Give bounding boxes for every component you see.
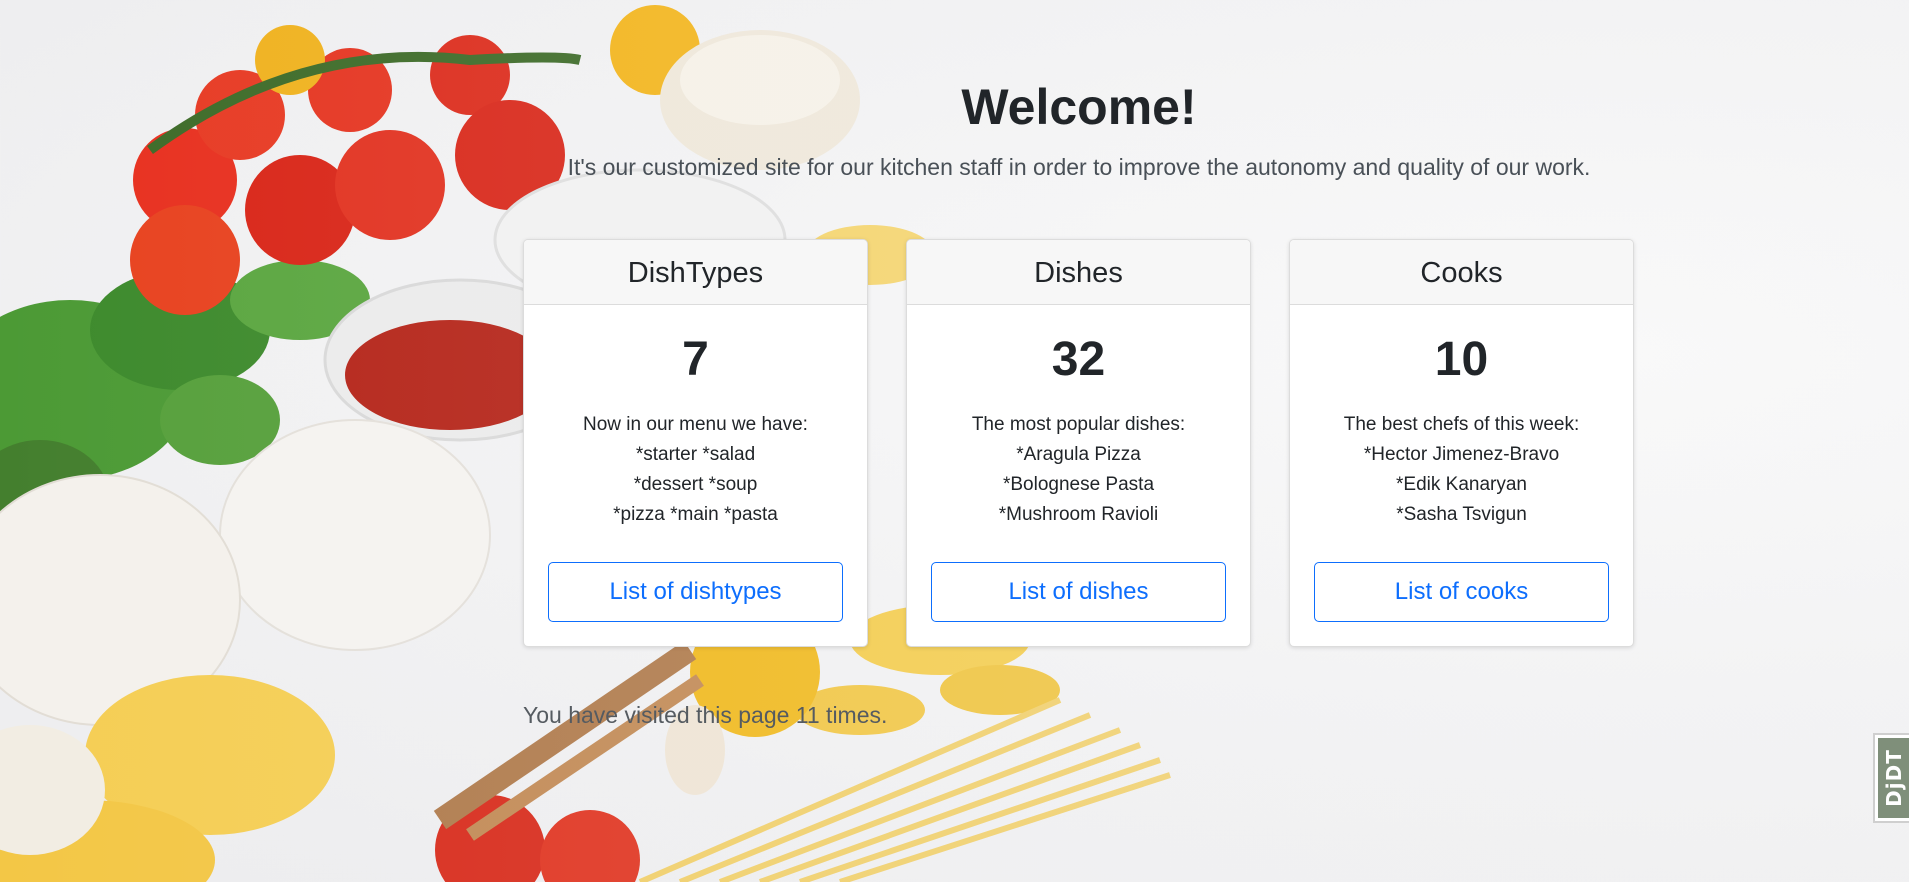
card-dishtypes: DishTypes 7 Now in our menu we have: *st… — [523, 239, 868, 647]
list-of-cooks-button[interactable]: List of cooks — [1314, 562, 1609, 622]
card-text-line: *Mushroom Ravioli — [998, 504, 1159, 525]
card-text-line: The most popular dishes: — [971, 414, 1186, 435]
debug-toolbar-logo: DjDT — [1878, 738, 1909, 818]
card-text-line: *dessert *soup — [633, 474, 758, 495]
card-description: The most popular dishes: *Aragula Pizza … — [907, 410, 1250, 530]
card-text-line: *Bolognese Pasta — [1002, 474, 1155, 495]
debug-toolbar-handle[interactable]: DjDT — [1873, 733, 1909, 823]
card-count: 10 — [1434, 333, 1489, 386]
card-count: 32 — [1051, 333, 1106, 386]
card-count: 7 — [682, 333, 709, 386]
page-title: Welcome! — [961, 79, 1197, 135]
card-text-line: The best chefs of this week: — [1343, 414, 1580, 435]
list-of-dishes-button[interactable]: List of dishes — [931, 562, 1226, 622]
card-dishes: Dishes 32 The most popular dishes: *Arag… — [906, 239, 1251, 647]
card-header: Cooks — [1290, 240, 1633, 305]
list-of-dishtypes-button[interactable]: List of dishtypes — [548, 562, 843, 622]
card-header: Dishes — [907, 240, 1250, 305]
debug-toolbar-label: DjDT — [1881, 749, 1906, 807]
card-description: The best chefs of this week: *Hector Jim… — [1290, 410, 1633, 530]
card-cooks: Cooks 10 The best chefs of this week: *H… — [1289, 239, 1634, 647]
card-text-line: *starter *salad — [635, 444, 756, 465]
card-text-line: *Sasha Tsvigun — [1396, 504, 1527, 525]
card-text-line: *pizza *main *pasta — [613, 504, 778, 525]
card-text-line: *Edik Kanaryan — [1396, 474, 1527, 495]
visit-counter: You have visited this page 11 times. — [523, 702, 888, 728]
card-text-line: Now in our menu we have: — [583, 414, 808, 435]
page-subtitle: It's our customized site for our kitchen… — [567, 154, 1591, 180]
main-content: Welcome! It's our customized site for ou… — [0, 0, 1909, 882]
card-description: Now in our menu we have: *starter *salad… — [524, 410, 867, 530]
card-text-line: *Aragula Pizza — [1016, 444, 1141, 465]
card-text-line: *Hector Jimenez-Bravo — [1363, 444, 1560, 465]
card-header: DishTypes — [524, 240, 867, 305]
